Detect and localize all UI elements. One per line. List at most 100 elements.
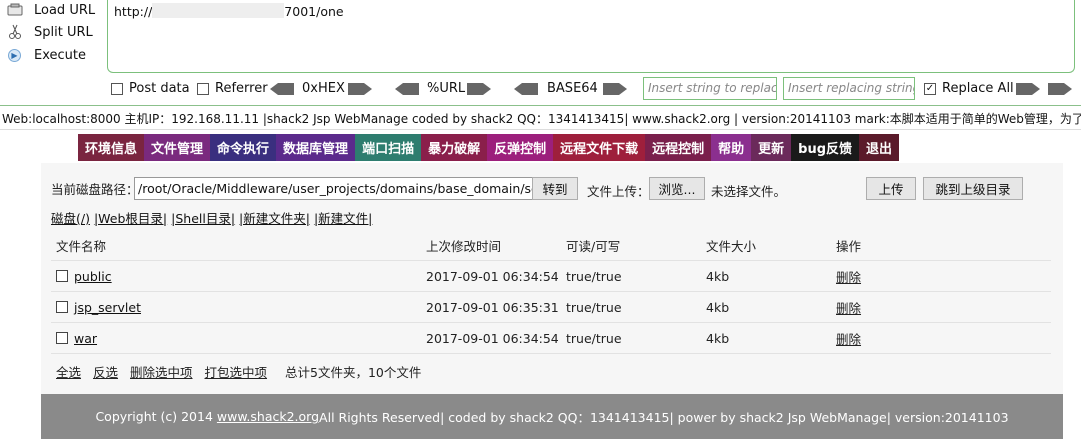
- no-file-text: 未选择文件。: [711, 184, 787, 199]
- link-new-file[interactable]: |新建文件|: [314, 211, 372, 226]
- post-data-box[interactable]: [111, 82, 123, 95]
- nav-item[interactable]: 远程文件下载: [553, 134, 646, 161]
- hex-label: 0xHEX: [302, 81, 345, 96]
- file-rw: true/true: [566, 330, 622, 346]
- path-label: 当前磁盘路径：: [51, 181, 139, 197]
- url-encode-arrow-icon[interactable]: [467, 83, 491, 95]
- hex-encode-arrow-icon[interactable]: [348, 83, 372, 95]
- url-encode-label: %URL: [427, 81, 466, 96]
- row-checkbox[interactable]: [56, 332, 68, 344]
- redacted-host: [152, 3, 285, 18]
- delete-link[interactable]: 删除: [836, 332, 861, 347]
- link-new-folder[interactable]: |新建文件夹|: [239, 211, 310, 226]
- url-textarea[interactable]: http:// 7001/one: [107, 0, 1075, 73]
- server-info-bar: Web:localhost:8000 主机IP：192.168.11.11 |s…: [0, 105, 1081, 130]
- hackbar-toolbar: Load URL Split URL ▶ Execute http:// 7001…: [0, 0, 1081, 104]
- referrer-label: Referrer: [215, 81, 268, 96]
- upload-button[interactable]: 上传: [866, 177, 916, 200]
- col-name: 文件名称: [56, 239, 107, 254]
- split-url-button[interactable]: Split URL: [6, 22, 93, 42]
- page-footer: Copyright (c) 2014 www.shack2.org All Ri…: [41, 394, 1063, 439]
- post-data-label: Post data: [129, 81, 190, 96]
- delete-link[interactable]: 删除: [836, 301, 861, 316]
- replace-next-arrow-icon[interactable]: [1048, 83, 1072, 95]
- nav-item[interactable]: 命令执行: [210, 134, 277, 161]
- parent-dir-button[interactable]: 跳到上级目录: [923, 177, 1023, 200]
- bulk-actions: 全选 反选 删除选中项 打包选中项 总计5文件夹，10个文件: [56, 362, 421, 381]
- execute-label: Execute: [34, 47, 86, 63]
- nav-item[interactable]: 数据库管理: [276, 134, 356, 161]
- file-table: 文件名称 上次修改时间 可读/可写 文件大小 操作 public 2017-09…: [51, 231, 1051, 354]
- row-checkbox[interactable]: [56, 270, 68, 282]
- nav-item[interactable]: 反弹控制: [487, 134, 554, 161]
- scissors-icon: [6, 24, 24, 40]
- referrer-checkbox[interactable]: Referrer: [197, 81, 268, 96]
- link-disk-root[interactable]: 磁盘(/): [51, 211, 90, 226]
- nav-item[interactable]: bug反馈: [791, 134, 860, 161]
- load-url-icon: [6, 2, 24, 18]
- footer-site-link[interactable]: www.shack2.org: [217, 409, 319, 424]
- nav-item[interactable]: 环境信息: [78, 134, 145, 161]
- base64-label: BASE64: [547, 81, 598, 96]
- file-name-link[interactable]: public: [74, 269, 112, 284]
- post-data-checkbox[interactable]: Post data: [111, 81, 190, 96]
- url-prefix: http://: [114, 4, 153, 19]
- hex-decode-arrow-icon[interactable]: [270, 83, 294, 95]
- path-input[interactable]: /root/Oracle/Middleware/user_projects/do…: [134, 177, 570, 200]
- table-header: 文件名称 上次修改时间 可读/可写 文件大小 操作: [51, 231, 1051, 261]
- replace-with-input[interactable]: Insert replacing string: [783, 77, 915, 100]
- file-name-link[interactable]: war: [74, 331, 97, 346]
- load-url-button[interactable]: Load URL: [6, 0, 95, 20]
- nav-item[interactable]: 帮助: [711, 134, 752, 161]
- url-decode-arrow-icon[interactable]: [395, 83, 419, 95]
- file-manager-panel: 当前磁盘路径： /root/Oracle/Middleware/user_pro…: [41, 163, 1063, 394]
- file-name-link[interactable]: jsp_servlet: [74, 300, 141, 315]
- nav-item[interactable]: 端口扫描: [355, 134, 422, 161]
- browse-button[interactable]: 浏览...: [649, 177, 705, 200]
- file-size: 4kb: [706, 268, 730, 284]
- base64-decode-arrow-icon[interactable]: [514, 83, 538, 95]
- footer-suffix: All Rights Reserved| coded by shack2 QQ：…: [319, 410, 1009, 425]
- play-icon: ▶: [8, 48, 21, 62]
- row-checkbox[interactable]: [56, 301, 68, 313]
- col-rw: 可读/可写: [566, 239, 621, 254]
- referrer-box[interactable]: [197, 82, 209, 95]
- link-shell-dir[interactable]: |Shell目录|: [171, 211, 235, 226]
- split-url-label: Split URL: [34, 24, 93, 40]
- file-modified: 2017-09-01 06:35:31: [426, 299, 559, 315]
- replace-search-input[interactable]: Insert string to replace: [643, 77, 777, 100]
- select-all-link[interactable]: 全选: [56, 365, 81, 380]
- base64-encode-arrow-icon[interactable]: [603, 83, 627, 95]
- pack-selected-link[interactable]: 打包选中项: [205, 365, 268, 380]
- nav-item[interactable]: 远程控制: [645, 134, 712, 161]
- file-rw: true/true: [566, 299, 622, 315]
- nav-item[interactable]: 暴力破解: [421, 134, 488, 161]
- url-suffix: 7001/one: [284, 4, 344, 19]
- delete-selected-link[interactable]: 删除选中项: [130, 365, 193, 380]
- upload-label: 文件上传：: [587, 184, 650, 199]
- invert-selection-link[interactable]: 反选: [93, 365, 118, 380]
- nav-item[interactable]: 文件管理: [144, 134, 211, 161]
- nav-item[interactable]: 退出: [859, 134, 900, 161]
- file-rw: true/true: [566, 268, 622, 284]
- col-modified: 上次修改时间: [426, 239, 502, 254]
- link-web-root[interactable]: |Web根目录|: [94, 211, 167, 226]
- replace-all-box[interactable]: ✓: [924, 82, 936, 95]
- table-row: public 2017-09-01 06:34:54 true/true 4kb…: [51, 261, 1051, 292]
- file-size: 4kb: [706, 299, 730, 315]
- file-modified: 2017-09-01 06:34:54: [426, 268, 559, 284]
- main-nav: 环境信息 文件管理 命令执行 数据库管理 端口扫描 暴力破解 反弹控制 远程文件下载 远程控制帮…: [78, 134, 900, 161]
- load-url-label: Load URL: [34, 2, 96, 18]
- col-size: 文件大小: [706, 239, 757, 254]
- goto-button[interactable]: 转到: [532, 177, 578, 200]
- execute-button[interactable]: ▶ Execute: [6, 45, 86, 65]
- table-row: war 2017-09-01 06:34:54 true/true 4kb 删除: [51, 323, 1051, 354]
- delete-link[interactable]: 删除: [836, 270, 861, 285]
- col-action: 操作: [836, 239, 862, 254]
- nav-item[interactable]: 更新: [751, 134, 792, 161]
- footer-prefix: Copyright (c) 2014: [95, 409, 213, 424]
- replace-all-checkbox[interactable]: ✓ Replace All: [924, 81, 1014, 96]
- replace-arrow-icon[interactable]: [1016, 83, 1040, 95]
- table-row: jsp_servlet 2017-09-01 06:35:31 true/tru…: [51, 292, 1051, 323]
- quick-links: 磁盘(/) |Web根目录| |Shell目录| |新建文件夹| |新建文件|: [51, 208, 372, 227]
